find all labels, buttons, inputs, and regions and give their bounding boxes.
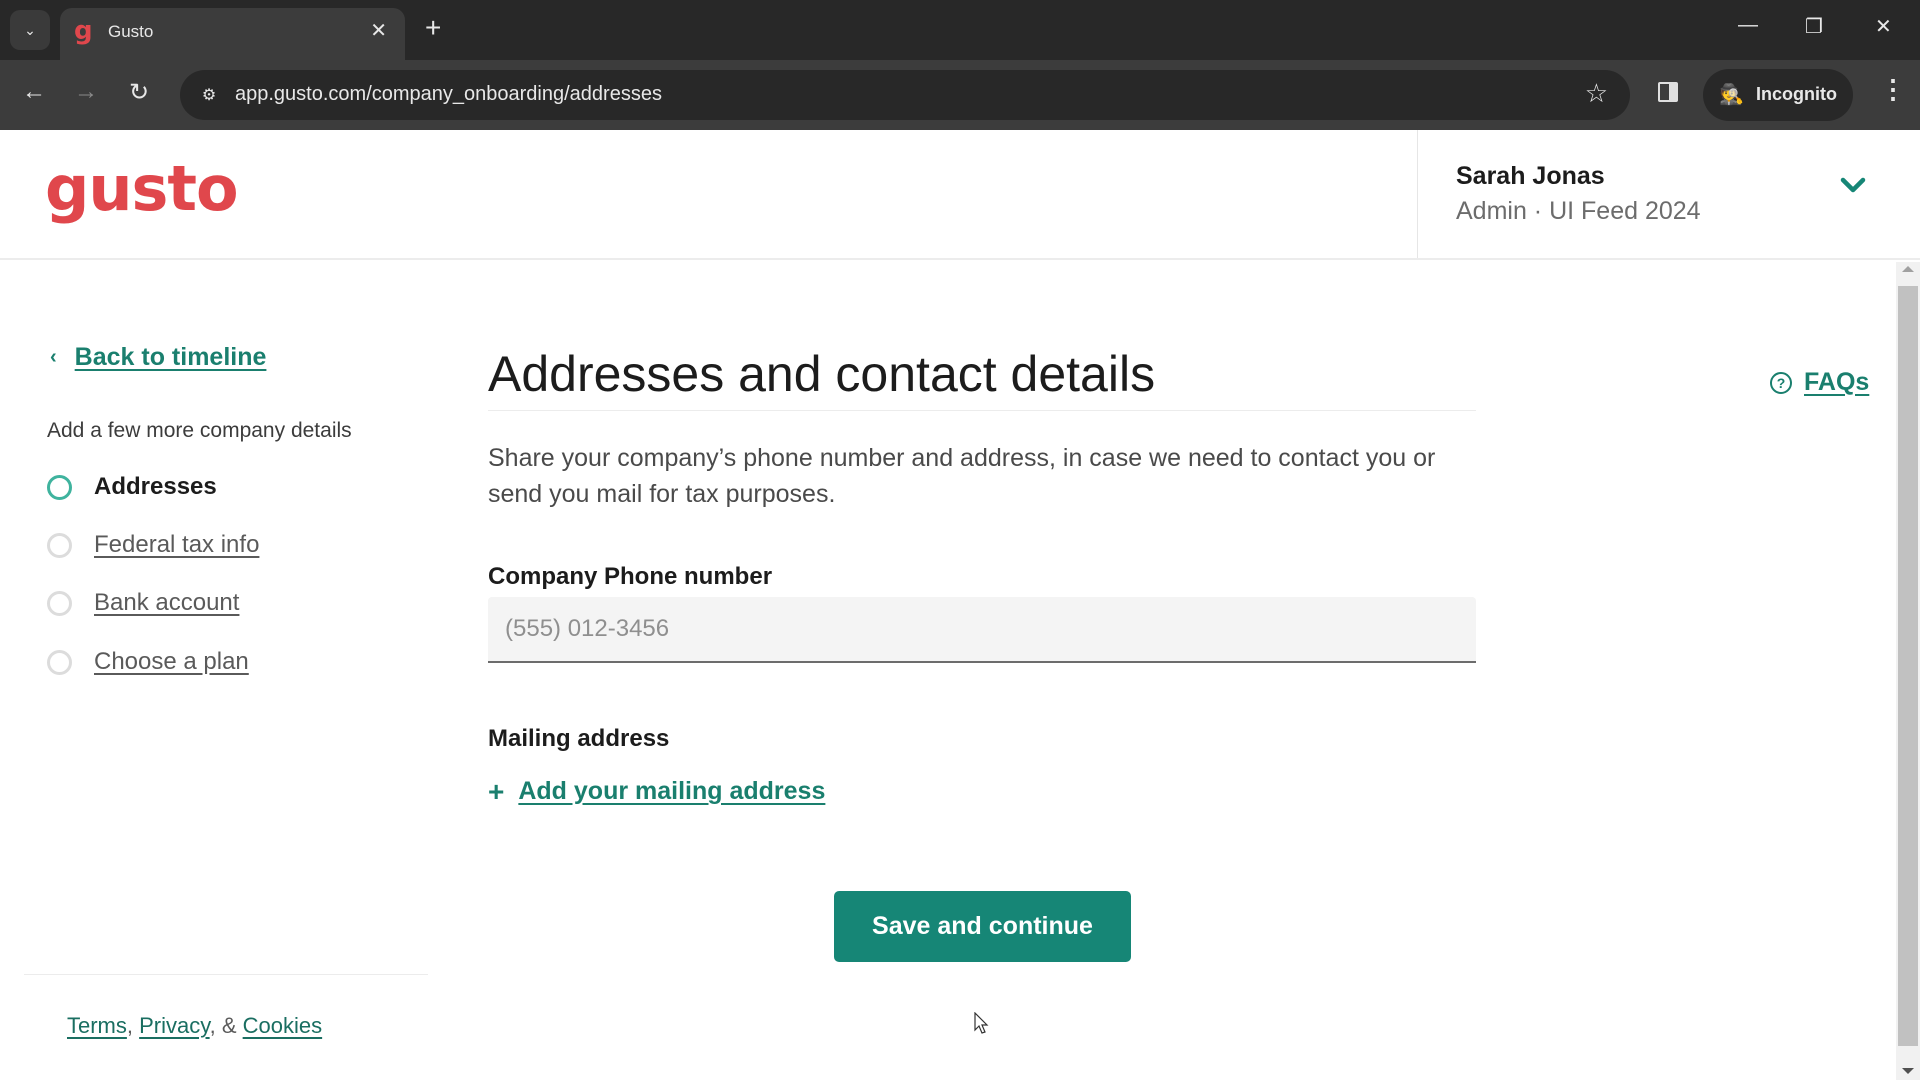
plus-icon: + bbox=[488, 775, 505, 807]
separator: , & bbox=[209, 1013, 243, 1038]
cookies-link[interactable]: Cookies bbox=[243, 1013, 322, 1038]
app-header: gusto Sarah Jonas Admin · UI Feed 2024 bbox=[0, 130, 1920, 260]
bookmark-star-icon[interactable]: ☆ bbox=[1585, 78, 1608, 109]
page-title: Addresses and contact details bbox=[488, 346, 1156, 402]
add-mailing-address-label: Add your mailing address bbox=[518, 777, 826, 805]
scrollbar-thumb[interactable] bbox=[1898, 286, 1918, 1046]
step-status-circle-icon bbox=[47, 532, 72, 558]
gusto-favicon-icon: g bbox=[74, 16, 93, 46]
user-name: Sarah Jonas bbox=[1456, 162, 1605, 190]
phone-number-input[interactable] bbox=[488, 597, 1476, 663]
step-status-circle-icon bbox=[47, 474, 72, 500]
new-tab-button[interactable]: + bbox=[425, 12, 441, 44]
steps-heading: Add a few more company details bbox=[47, 419, 352, 442]
gusto-logo[interactable]: gusto bbox=[45, 152, 239, 225]
side-panel-icon[interactable] bbox=[1658, 82, 1678, 102]
separator: , bbox=[126, 1013, 140, 1038]
step-addresses: Addresses bbox=[47, 473, 217, 501]
window-close-icon[interactable]: ✕ bbox=[1875, 14, 1892, 39]
step-label[interactable]: Federal tax info bbox=[94, 531, 259, 559]
step-status-circle-icon bbox=[47, 649, 72, 675]
user-role-company: Admin · UI Feed 2024 bbox=[1456, 197, 1701, 225]
back-arrow-icon[interactable]: ← bbox=[22, 78, 46, 106]
scroll-up-arrow-icon[interactable] bbox=[1902, 266, 1914, 272]
chevron-left-icon: ‹ bbox=[50, 346, 57, 368]
tab-search-button[interactable]: ⌄ bbox=[10, 10, 50, 50]
back-to-timeline-label: Back to timeline bbox=[74, 343, 267, 371]
incognito-label: Incognito bbox=[1756, 84, 1837, 104]
step-label[interactable]: Choose a plan bbox=[94, 648, 249, 676]
step-choose-a-plan[interactable]: Choose a plan bbox=[47, 648, 249, 676]
title-divider bbox=[488, 410, 1476, 411]
help-circle-icon: ? bbox=[1770, 371, 1792, 394]
save-and-continue-button[interactable]: Save and continue bbox=[834, 891, 1131, 962]
tab-title: Gusto bbox=[108, 22, 154, 41]
phone-number-label: Company Phone number bbox=[488, 563, 773, 590]
scroll-down-arrow-icon[interactable] bbox=[1902, 1068, 1914, 1074]
terms-link[interactable]: Terms bbox=[67, 1013, 127, 1038]
reload-icon[interactable]: ↻ bbox=[129, 78, 149, 107]
incognito-badge[interactable]: 🕵 Incognito bbox=[1703, 69, 1853, 121]
page-scrollbar[interactable] bbox=[1896, 262, 1920, 1080]
legal-links: Terms, Privacy, & Cookies bbox=[67, 1013, 322, 1039]
chevron-down-icon: ⌄ bbox=[24, 21, 36, 38]
address-bar[interactable]: ⚙ app.gusto.com/company_onboarding/addre… bbox=[180, 70, 1630, 120]
step-status-circle-icon bbox=[47, 590, 72, 616]
faqs-label: FAQs bbox=[1804, 368, 1870, 396]
page-description: Share your company’s phone number and ad… bbox=[488, 444, 1436, 508]
step-bank-account[interactable]: Bank account bbox=[47, 589, 239, 617]
browser-menu-icon[interactable]: ⋮ bbox=[1880, 74, 1906, 105]
close-tab-icon[interactable]: ✕ bbox=[370, 18, 387, 43]
faqs-link[interactable]: ? FAQs bbox=[1770, 368, 1869, 397]
incognito-icon: 🕵 bbox=[1719, 84, 1744, 106]
site-info-icon[interactable]: ⚙ bbox=[196, 82, 222, 108]
add-mailing-address-link[interactable]: + Add your mailing address bbox=[488, 777, 825, 806]
restore-icon[interactable]: ❐ bbox=[1805, 14, 1823, 39]
mouse-cursor-icon bbox=[974, 1012, 989, 1034]
browser-tab[interactable]: g Gusto ✕ bbox=[60, 8, 405, 60]
privacy-link[interactable]: Privacy bbox=[139, 1013, 210, 1038]
chevron-down-icon[interactable] bbox=[1838, 170, 1868, 200]
user-menu[interactable]: Sarah Jonas Admin · UI Feed 2024 bbox=[1417, 130, 1920, 258]
step-federal-tax-info[interactable]: Federal tax info bbox=[47, 531, 259, 559]
forward-arrow-icon[interactable]: → bbox=[74, 78, 98, 106]
mailing-address-label: Mailing address bbox=[488, 725, 670, 752]
step-label: Addresses bbox=[94, 473, 217, 500]
browser-tab-bar: ⌄ g Gusto ✕ + — ❐ ✕ bbox=[0, 0, 1920, 60]
back-to-timeline-link[interactable]: ‹ Back to timeline bbox=[50, 343, 266, 372]
minimize-icon[interactable]: — bbox=[1738, 14, 1758, 37]
step-label[interactable]: Bank account bbox=[94, 589, 239, 617]
sidebar-divider bbox=[24, 974, 428, 975]
browser-toolbar: ← → ↻ ⚙ app.gusto.com/company_onboarding… bbox=[0, 60, 1920, 130]
url-text[interactable]: app.gusto.com/company_onboarding/address… bbox=[235, 83, 662, 106]
